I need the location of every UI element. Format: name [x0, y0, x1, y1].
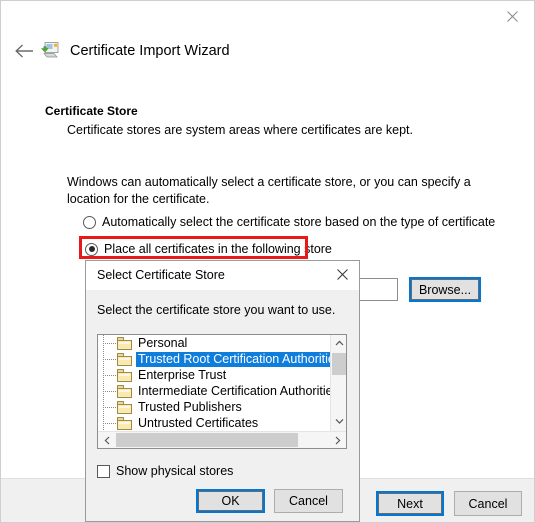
list-item[interactable]: Trusted Publishers [98, 399, 330, 415]
certificate-import-icon [40, 41, 61, 61]
ok-button[interactable]: OK [196, 489, 265, 513]
certificate-import-wizard-window: Certificate Import Wizard Certificate St… [0, 0, 535, 523]
scroll-left-arrow-icon[interactable] [98, 432, 115, 448]
window-close-button[interactable] [492, 2, 532, 30]
folder-icon [117, 416, 132, 430]
folder-icon [117, 368, 132, 382]
radio-auto-select-store[interactable]: Automatically select the certificate sto… [83, 215, 495, 229]
folder-icon [117, 384, 132, 398]
show-physical-stores-checkbox-row[interactable]: Show physical stores [97, 464, 233, 478]
folder-icon [117, 336, 132, 350]
radio-place-in-store-label: Place all certificates in the following … [104, 242, 332, 256]
close-icon [336, 269, 348, 280]
folder-icon [117, 352, 132, 366]
dialog-close-button[interactable] [326, 261, 358, 288]
tree-line-icon [98, 367, 117, 383]
list-item-label: Untrusted Certificates [138, 415, 259, 430]
back-button[interactable] [9, 36, 39, 66]
tree-line-icon [98, 415, 117, 431]
dialog-title: Select Certificate Store [97, 268, 225, 282]
radio-button-mark [83, 215, 96, 229]
list-item[interactable]: Personal [98, 335, 330, 351]
scroll-up-arrow-icon[interactable] [331, 335, 346, 351]
next-button-label: Next [378, 493, 442, 514]
back-arrow-icon [14, 44, 33, 58]
horizontal-scrollbar-thumb[interactable] [116, 433, 298, 447]
list-item-label: Trusted Publishers [138, 399, 242, 414]
tree-line-icon [98, 335, 117, 351]
scroll-right-arrow-icon[interactable] [329, 432, 346, 448]
show-physical-stores-label: Show physical stores [116, 464, 234, 478]
dialog-cancel-button-label: Cancel [289, 494, 328, 508]
page-subtitle: Certificate stores are system areas wher… [67, 123, 413, 137]
close-icon [506, 10, 518, 22]
ok-button-label: OK [198, 491, 263, 511]
window-titlebar [1, 1, 534, 34]
select-certificate-store-dialog: Select Certificate Store Select the cert… [85, 260, 360, 522]
list-item-selected[interactable]: Trusted Root Certification Authorities [98, 351, 330, 367]
dialog-prompt: Select the certificate store you want to… [97, 303, 336, 317]
radio-button-mark-selected [85, 242, 98, 256]
list-item[interactable]: Intermediate Certification Authorities [98, 383, 330, 399]
list-item[interactable]: Enterprise Trust [98, 367, 330, 383]
folder-icon [117, 400, 132, 414]
window-title: Certificate Import Wizard [70, 43, 230, 59]
scroll-down-arrow-icon[interactable] [331, 413, 346, 429]
radio-auto-select-label: Automatically select the certificate sto… [102, 215, 496, 229]
list-item-label: Intermediate Certification Authorities [138, 383, 330, 398]
certificate-store-listbox[interactable]: Personal Trusted Root Certification Auth… [97, 334, 347, 449]
wizard-header: Certificate Import Wizard [1, 34, 534, 68]
list-item-label: Trusted Root Certification Authorities [136, 351, 330, 367]
browse-button[interactable]: Browse... [409, 277, 481, 302]
dialog-titlebar: Select Certificate Store [86, 261, 359, 290]
tree-line-icon [98, 399, 117, 415]
page-title: Certificate Store [45, 104, 138, 118]
browse-button-label: Browse... [411, 279, 479, 300]
intro-paragraph: Windows can automatically select a certi… [67, 175, 471, 206]
list-item-label: Enterprise Trust [138, 367, 227, 382]
next-button[interactable]: Next [376, 491, 444, 516]
wizard-cancel-button[interactable]: Cancel [454, 491, 522, 516]
list-item-label: Personal [138, 335, 188, 350]
show-physical-stores-checkbox[interactable] [97, 464, 110, 478]
listbox-vertical-scrollbar[interactable] [330, 335, 346, 431]
dialog-cancel-button[interactable]: Cancel [274, 489, 343, 513]
list-item[interactable]: Untrusted Certificates [98, 415, 330, 431]
listbox-horizontal-scrollbar[interactable] [98, 431, 346, 448]
vertical-scrollbar-thumb[interactable] [332, 353, 346, 375]
listbox-items-region: Personal Trusted Root Certification Auth… [98, 335, 330, 431]
wizard-cancel-button-label: Cancel [468, 496, 508, 511]
tree-line-icon [98, 351, 117, 367]
tree-line-icon [98, 383, 117, 399]
radio-place-in-store[interactable]: Place all certificates in the following … [85, 242, 332, 256]
